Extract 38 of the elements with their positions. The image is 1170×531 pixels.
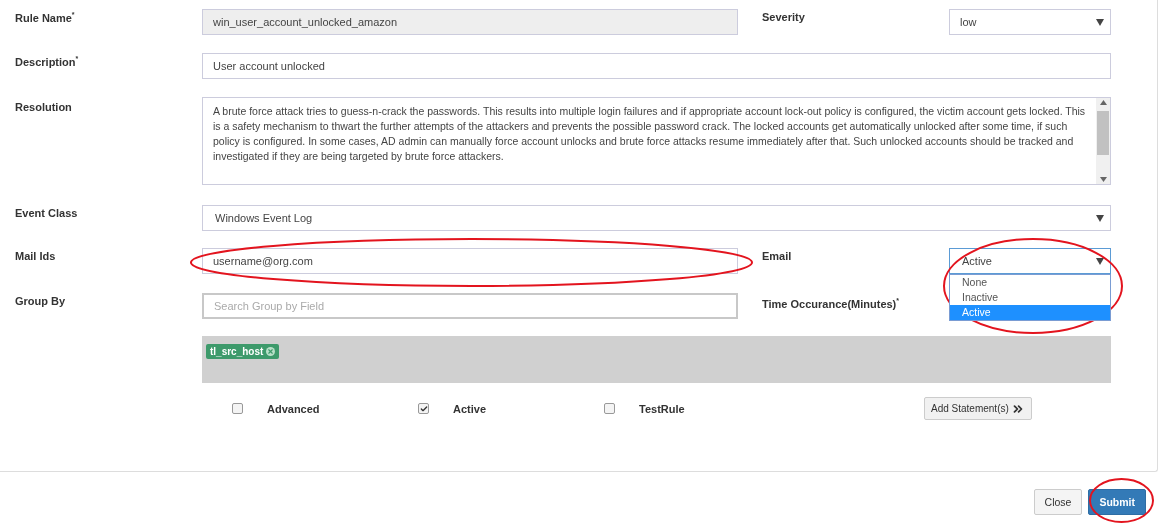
field-value: Active (962, 255, 992, 267)
field-label: Resolution (15, 101, 72, 113)
scroll-down-icon[interactable] (1099, 177, 1107, 182)
resolution-textarea[interactable] (202, 97, 1111, 185)
field-label: Group By (15, 295, 66, 307)
description-field[interactable]: User account unlocked (202, 53, 1111, 79)
field-label: Rule Name$^{*}$ (15, 11, 75, 24)
field-label: Description$^{*}$ (15, 55, 79, 68)
field-value: User account unlocked (213, 60, 325, 72)
severity-select[interactable]: low (949, 9, 1111, 35)
checkbox[interactable] (418, 403, 429, 414)
field-value: Windows Event Log (215, 212, 313, 224)
placeholder-text: Search Group by Field (214, 300, 325, 312)
checkbox[interactable] (604, 403, 615, 414)
checkbox-label: Active (453, 402, 487, 415)
field-label: Email (762, 250, 792, 262)
add-statement-button[interactable]: Add Statement(s) (924, 397, 1032, 420)
checkbox[interactable] (232, 403, 243, 414)
submit-button[interactable]: Submit (1088, 489, 1146, 515)
field-label: Event Class (15, 207, 78, 219)
annotation-ellipse (1089, 478, 1154, 523)
field-label: Severity (762, 11, 805, 23)
caret-icon (1096, 214, 1104, 222)
checkbox-label: Advanced (267, 402, 320, 415)
resolution-text: A brute force attack tries to guess-n-crack the passwords. This results into multiple login failures and if appropriate account lock-out policy is configured, the victim account gets locked. This is a safety mechanism to thwart the further attempts of the attackers and prevents the possible password crack. The locked accounts get automatically unlocked after some time, if such policy is configured. In some cases, AD admin can manually force account unlocks and brute force attacks resume immediately after that. Such unlocked accounts should be tracked and investigated if they are being targeted by brute force attackers. (212, 104, 1087, 164)
close-button[interactable]: Close (1033, 489, 1083, 515)
mail-ids-field[interactable]: username@org.com (202, 248, 738, 274)
field-label: Time Occurance(Minutes)$^{*}$ (762, 297, 899, 310)
field-value: low (960, 16, 977, 28)
scroll-up-icon[interactable] (1099, 100, 1107, 105)
field-label: Mail Ids (15, 250, 56, 262)
event-class-select[interactable]: Windows Event Log (202, 205, 1111, 231)
scrollbar[interactable] (1096, 98, 1110, 184)
field-value: win_user_account_unlocked_amazon (213, 16, 398, 28)
caret-icon (1096, 18, 1104, 26)
field-value: username@org.com (213, 255, 313, 267)
checkbox-label: TestRule (639, 402, 685, 415)
caret-icon (1096, 257, 1104, 265)
